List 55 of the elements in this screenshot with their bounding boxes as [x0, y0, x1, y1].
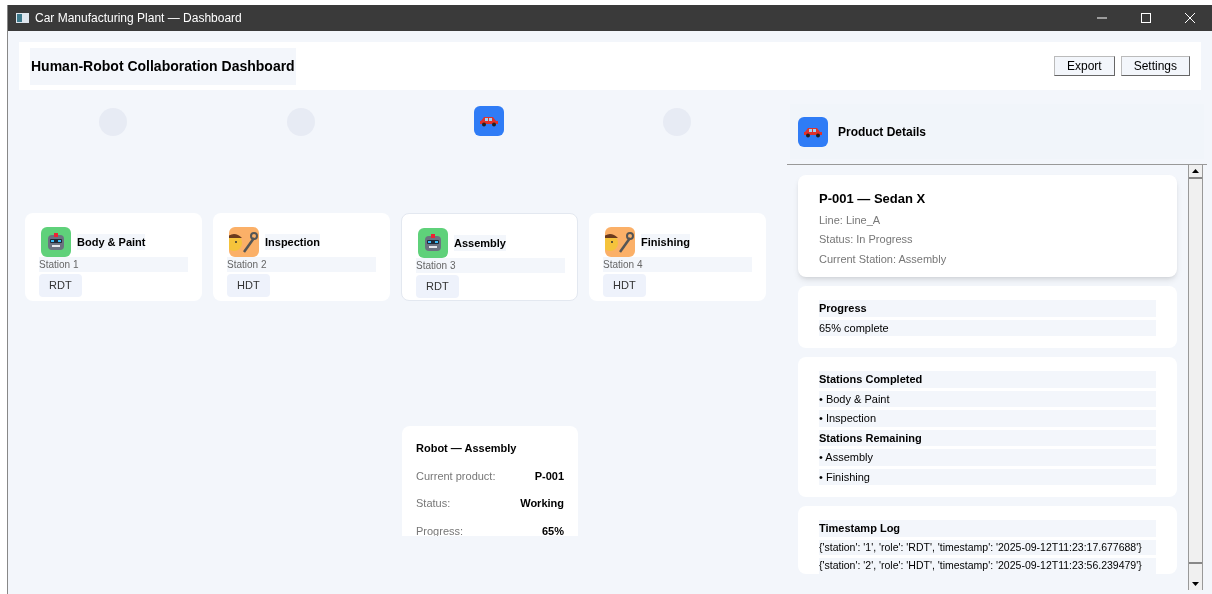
export-button[interactable]: Export	[1053, 56, 1115, 76]
product-detail: Status: In Progress	[819, 232, 914, 247]
station-number: Station 3	[416, 258, 565, 273]
section-title: Stations Remaining	[819, 429, 1156, 446]
dashboard-title: Human-Robot Collaboration Dashboard	[30, 47, 296, 85]
popup-title: Robot — Assembly	[416, 441, 518, 456]
progress-text: 65% complete	[819, 319, 1156, 336]
scroll-down-icon[interactable]	[1192, 582, 1199, 586]
station-list-item: • Inspection	[819, 410, 1156, 427]
popup-value: Working	[520, 496, 564, 511]
car-marker-icon	[474, 106, 504, 136]
scrollbar[interactable]	[1188, 165, 1203, 590]
car-icon	[798, 116, 828, 147]
log-entry: {'station': '1', 'role': 'RDT', 'timestamp': '2025-09-12T11:23:17.677688'}	[819, 539, 1156, 556]
section-title: Progress	[819, 300, 1156, 317]
station-list-item: • Body & Paint	[819, 390, 1156, 407]
station-name: Inspection	[265, 233, 320, 251]
station-card[interactable]: Body & Paint Station 1 RDT	[25, 213, 202, 301]
scroll-up-icon[interactable]	[1192, 169, 1199, 173]
person-wrench-icon	[605, 227, 635, 257]
section-title: Stations Completed	[819, 371, 1156, 388]
settings-button[interactable]: Settings	[1120, 56, 1190, 76]
person-wrench-icon	[229, 227, 259, 257]
role-tag: HDT	[227, 274, 270, 297]
popup-label: Current product:	[416, 468, 496, 484]
station-list-item: • Finishing	[819, 468, 1156, 485]
popup-label: Status:	[416, 496, 451, 511]
station-number: Station 1	[39, 257, 188, 272]
close-icon[interactable]	[1185, 13, 1195, 23]
robot-icon	[418, 228, 448, 258]
window-title: Car Manufacturing Plant — Dashboard	[35, 10, 242, 27]
log-entry: {'station': '2', 'role': 'HDT', 'timestamp': '2025-09-12T11:23:56.239479'}	[819, 558, 1156, 574]
product-title: P-001 — Sedan X	[819, 190, 927, 208]
section-title: Timestamp Log	[819, 520, 1156, 537]
station-name: Body & Paint	[77, 233, 146, 251]
popup-value: P-001	[534, 468, 564, 484]
app-icon	[16, 13, 29, 23]
role-tag: RDT	[39, 274, 82, 297]
station-name: Finishing	[641, 233, 690, 251]
station-number: Station 4	[603, 257, 752, 272]
station-card[interactable]: Assembly Station 3 RDT	[401, 213, 578, 301]
popup-value: 65%	[541, 523, 564, 536]
role-tag: HDT	[603, 274, 646, 297]
station-list-item: • Assembly	[819, 449, 1156, 466]
product-detail: Current Station: Assembly	[819, 251, 948, 267]
station-name: Assembly	[454, 234, 506, 252]
product-detail: Line: Line_A	[819, 212, 882, 228]
station-card[interactable]: Inspection Station 2 HDT	[213, 213, 390, 301]
panel-title: Product Details	[838, 123, 927, 141]
station-card[interactable]: Finishing Station 4 HDT	[589, 213, 766, 301]
station-number: Station 2	[227, 257, 376, 272]
popup-label: Progress:	[416, 523, 464, 536]
maximize-icon[interactable]	[1141, 13, 1151, 23]
role-tag: RDT	[416, 275, 459, 298]
robot-icon	[41, 227, 71, 257]
